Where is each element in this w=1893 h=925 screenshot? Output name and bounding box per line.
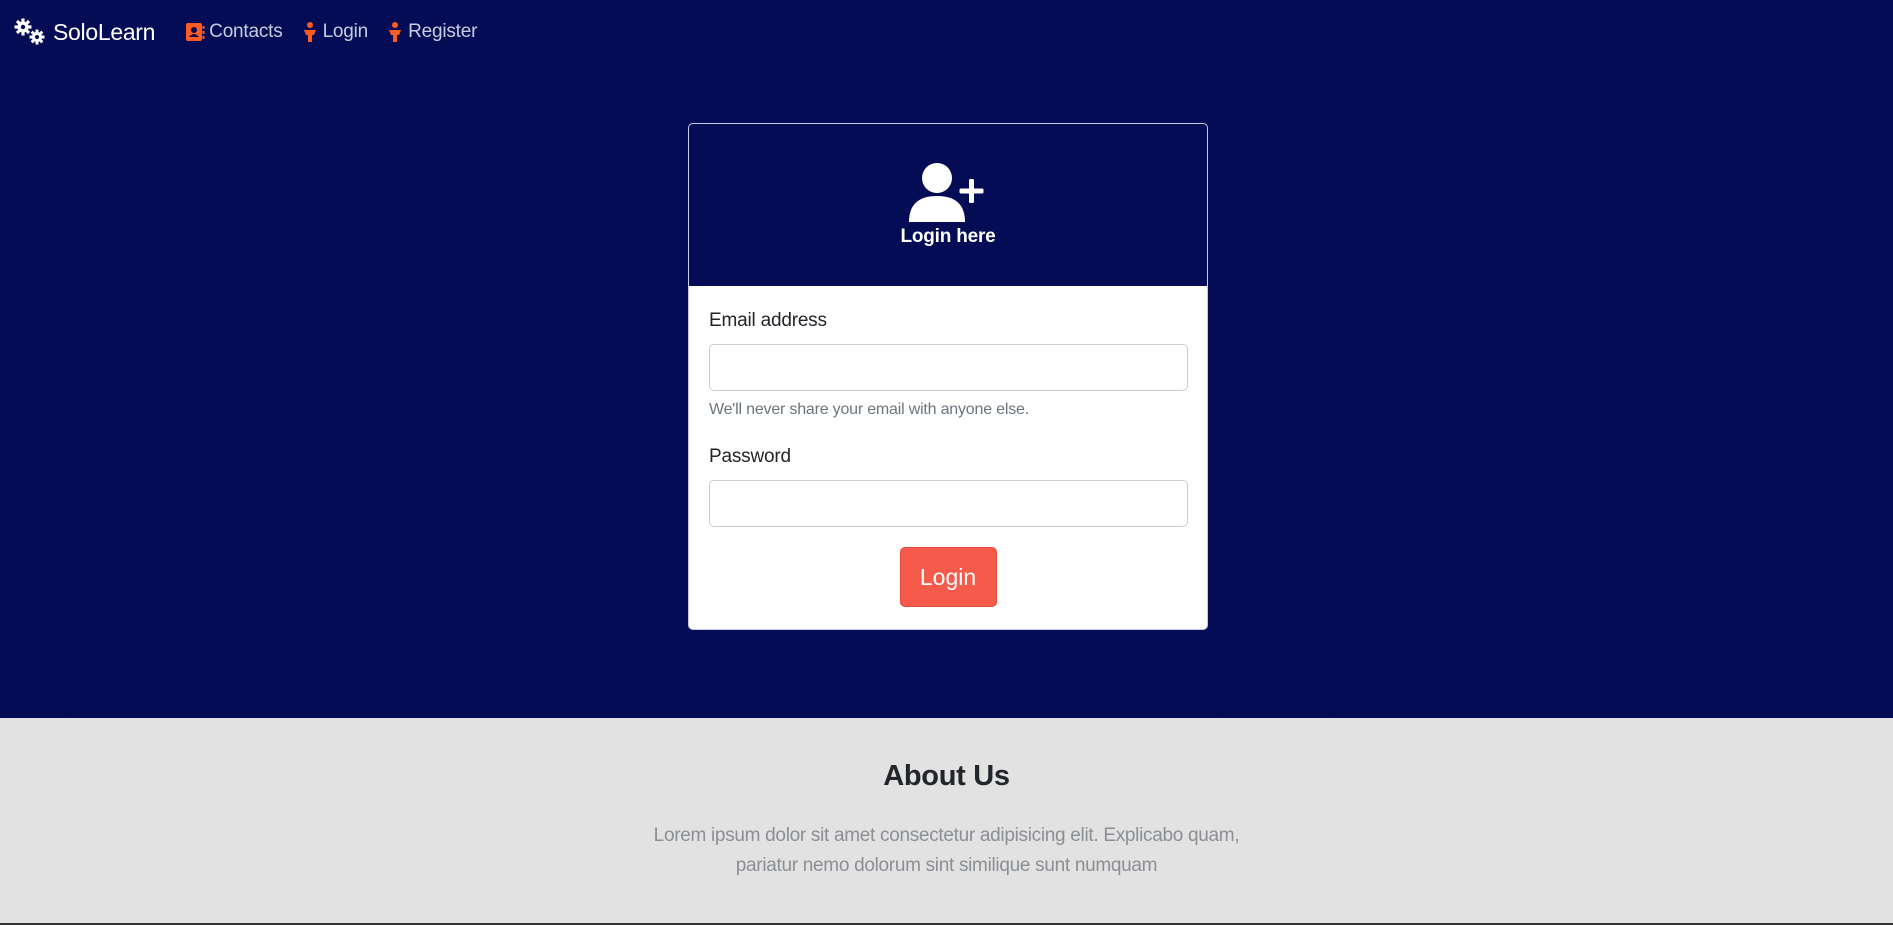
nav-login[interactable]: Login (301, 21, 369, 43)
password-label: Password (709, 446, 791, 467)
about-title: About Us (883, 760, 1010, 792)
brand-name: SoloLearn (53, 18, 156, 45)
password-group: Password (709, 446, 1188, 527)
hero-bottom-edge (0, 660, 1893, 716)
nav-register[interactable]: Register (386, 21, 477, 43)
email-field[interactable] (709, 344, 1188, 391)
login-card-header: Login here (689, 124, 1207, 286)
login-card: Login here Email address We'll never sha… (688, 123, 1208, 630)
brand-link[interactable]: SoloLearn (13, 17, 155, 47)
nav-login-label: Login (322, 21, 369, 42)
user-plus-icon (909, 163, 984, 222)
login-form: Email address We'll never share your ema… (689, 286, 1207, 607)
nav-contacts-label: Contacts (209, 21, 283, 42)
person-icon (389, 22, 402, 42)
about-section: About Us Lorem ipsum dolor sit amet cons… (0, 760, 1893, 881)
navbar: SoloLearn Contacts Login Register (0, 0, 1893, 64)
password-field[interactable] (709, 480, 1188, 527)
login-button[interactable]: Login (899, 547, 997, 607)
email-help-text: We'll never share your email with anyone… (709, 401, 1029, 418)
person-icon (303, 22, 316, 42)
address-card-icon (186, 23, 205, 41)
email-label: Email address (709, 310, 827, 331)
submit-wrapper: Login (709, 547, 1187, 607)
nav-register-label: Register (408, 21, 478, 42)
nav-contacts[interactable]: Contacts (185, 21, 283, 43)
about-text: Lorem ipsum dolor sit amet consectetur a… (653, 825, 1240, 876)
login-card-title: Login here (900, 226, 996, 247)
gears-icon (14, 18, 45, 45)
